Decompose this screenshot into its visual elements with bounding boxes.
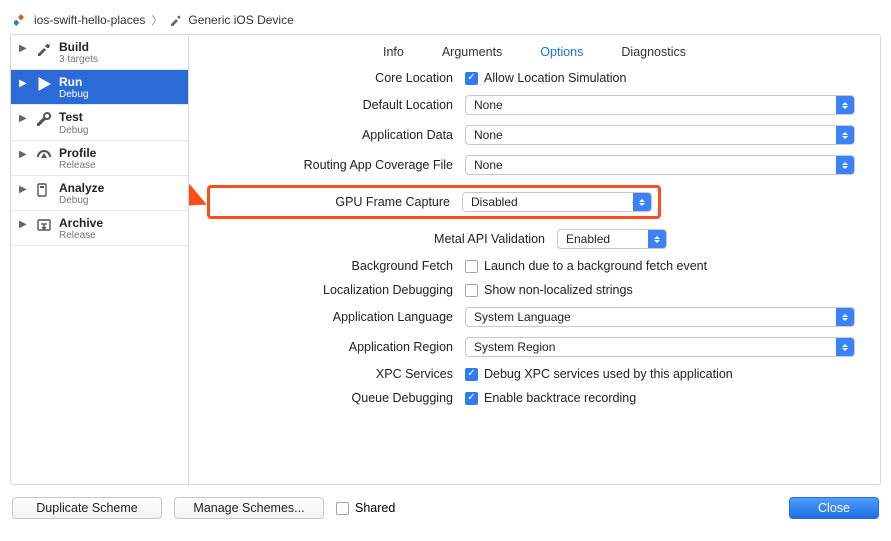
localization-debugging-label: Localization Debugging (207, 283, 465, 297)
sidebar-item-run[interactable]: ▶ Run Debug (11, 70, 188, 105)
inspector-icon (35, 182, 53, 198)
sidebar-item-label: Test (59, 111, 88, 124)
localization-debugging-checkbox[interactable] (465, 284, 478, 297)
gpu-frame-capture-highlight: GPU Frame Capture Disabled (207, 185, 661, 219)
queue-debugging-label: Queue Debugging (207, 391, 465, 405)
sidebar-item-label: Analyze (59, 182, 104, 195)
breadcrumb-project[interactable]: ios-swift-hello-places (34, 13, 145, 27)
options-form: Core Location Allow Location Simulation … (189, 71, 880, 484)
sidebar: ▶ Build 3 targets ▶ Run Debug ▶ (11, 35, 189, 484)
breadcrumb-target[interactable]: Generic iOS Device (188, 13, 293, 27)
queue-debugging-checkbox-label: Enable backtrace recording (484, 391, 636, 405)
close-button[interactable]: Close (789, 497, 879, 519)
application-language-select[interactable]: System Language (465, 307, 855, 327)
updown-icon (836, 338, 854, 356)
sidebar-item-analyze[interactable]: ▶ Analyze Debug (11, 176, 188, 211)
application-region-label: Application Region (207, 340, 465, 354)
chevron-right-icon: 〉 (151, 12, 162, 28)
sidebar-item-sublabel: Debug (59, 195, 104, 206)
sidebar-item-label: Profile (59, 147, 96, 160)
disclosure-triangle-icon[interactable]: ▶ (19, 217, 29, 230)
sidebar-item-sublabel: Release (59, 230, 103, 241)
updown-icon (633, 193, 651, 211)
application-region-select[interactable]: System Region (465, 337, 855, 357)
allow-location-simulation-label: Allow Location Simulation (484, 71, 626, 85)
gpu-frame-capture-select[interactable]: Disabled (462, 192, 652, 212)
sidebar-item-sublabel: Debug (59, 89, 88, 100)
shared-label: Shared (355, 501, 395, 515)
routing-file-label: Routing App Coverage File (207, 158, 465, 172)
disclosure-triangle-icon[interactable]: ▶ (19, 182, 29, 195)
default-location-label: Default Location (207, 98, 465, 112)
hammer-icon (168, 13, 182, 27)
sidebar-item-label: Build (59, 41, 98, 54)
application-data-select[interactable]: None (465, 125, 855, 145)
manage-schemes-button[interactable]: Manage Schemes... (174, 497, 324, 519)
sidebar-item-label: Archive (59, 217, 103, 230)
disclosure-triangle-icon[interactable]: ▶ (19, 147, 29, 160)
wrench-icon (35, 111, 53, 127)
sidebar-item-archive[interactable]: ▶ Archive Release (11, 211, 188, 246)
tab-options[interactable]: Options (540, 45, 583, 59)
play-icon (35, 76, 53, 92)
localization-debugging-checkbox-label: Show non-localized strings (484, 283, 633, 297)
queue-debugging-checkbox[interactable] (465, 392, 478, 405)
xpc-services-label: XPC Services (207, 367, 465, 381)
sidebar-item-test[interactable]: ▶ Test Debug (11, 105, 188, 140)
disclosure-triangle-icon[interactable]: ▶ (19, 76, 29, 89)
sidebar-item-build[interactable]: ▶ Build 3 targets (11, 35, 188, 70)
updown-icon (836, 96, 854, 114)
application-region-value: System Region (474, 340, 555, 354)
background-fetch-checkbox-label: Launch due to a background fetch event (484, 259, 707, 273)
gpu-frame-capture-label: GPU Frame Capture (210, 195, 462, 209)
gauge-icon (35, 147, 53, 163)
application-language-label: Application Language (207, 310, 465, 324)
tab-bar: Info Arguments Options Diagnostics (189, 35, 880, 71)
updown-icon (648, 230, 666, 248)
tab-arguments[interactable]: Arguments (442, 45, 502, 59)
disclosure-triangle-icon[interactable]: ▶ (19, 111, 29, 124)
metal-validation-label: Metal API Validation (207, 232, 557, 246)
updown-icon (836, 126, 854, 144)
application-language-value: System Language (474, 310, 571, 324)
gpu-frame-capture-value: Disabled (471, 195, 518, 209)
core-location-label: Core Location (207, 71, 465, 85)
footer: Duplicate Scheme Manage Schemes... Share… (10, 485, 881, 531)
sidebar-item-profile[interactable]: ▶ Profile Release (11, 141, 188, 176)
sidebar-item-sublabel: 3 targets (59, 54, 98, 65)
routing-file-select[interactable]: None (465, 155, 855, 175)
breadcrumb[interactable]: ios-swift-hello-places 〉 Generic iOS Dev… (10, 6, 881, 34)
disclosure-triangle-icon[interactable]: ▶ (19, 41, 29, 54)
background-fetch-checkbox[interactable] (465, 260, 478, 273)
tab-info[interactable]: Info (383, 45, 404, 59)
application-data-label: Application Data (207, 128, 465, 142)
application-data-value: None (474, 128, 503, 142)
tab-diagnostics[interactable]: Diagnostics (621, 45, 686, 59)
routing-file-value: None (474, 158, 503, 172)
shared-checkbox[interactable] (336, 502, 349, 515)
updown-icon (836, 156, 854, 174)
default-location-select[interactable]: None (465, 95, 855, 115)
metal-validation-select[interactable]: Enabled (557, 229, 667, 249)
duplicate-scheme-button[interactable]: Duplicate Scheme (12, 497, 162, 519)
sidebar-item-label: Run (59, 76, 88, 89)
metal-validation-value: Enabled (566, 232, 610, 246)
default-location-value: None (474, 98, 503, 112)
hammer-icon (35, 41, 53, 57)
app-icon (14, 13, 28, 27)
archive-icon (35, 217, 53, 233)
xpc-services-checkbox-label: Debug XPC services used by this applicat… (484, 367, 733, 381)
xpc-services-checkbox[interactable] (465, 368, 478, 381)
updown-icon (836, 308, 854, 326)
background-fetch-label: Background Fetch (207, 259, 465, 273)
sidebar-item-sublabel: Release (59, 160, 96, 171)
sidebar-item-sublabel: Debug (59, 125, 88, 136)
allow-location-simulation-checkbox[interactable] (465, 72, 478, 85)
